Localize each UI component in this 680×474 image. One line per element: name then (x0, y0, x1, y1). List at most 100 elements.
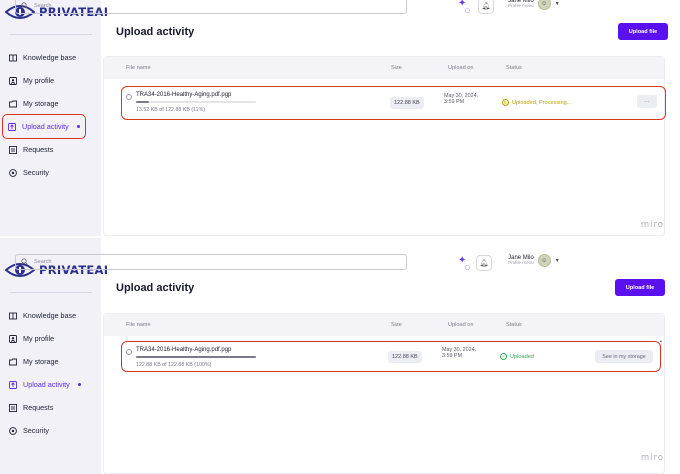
sidebar: PRIVATEAI Knowledge base My profile My s… (0, 238, 108, 474)
user-menu[interactable]: Jane Milo Profile menu ☺ ▼ (508, 254, 560, 267)
sidebar-item-label: My profile (23, 76, 55, 85)
sidebar-item-my-profile[interactable]: My profile (0, 69, 101, 92)
chevron-down-icon: ▼ (554, 0, 560, 7)
upload-progress-bar (136, 356, 256, 358)
miro-watermark: miro (640, 453, 664, 463)
book-icon (9, 54, 17, 62)
requests-icon (9, 403, 17, 412)
processing-spinner-icon: ↻ (502, 99, 509, 106)
search-icon (21, 257, 28, 267)
sidebar-item-security[interactable]: Security (0, 419, 101, 442)
column-header-size: Size (391, 65, 402, 71)
upload-icon (8, 122, 16, 131)
upload-time-line: 3:59 PM (444, 98, 465, 105)
upload-time-line: 3:59 PM (442, 352, 463, 359)
sidebar-item-my-profile[interactable]: My profile (0, 327, 101, 350)
storage-icon (9, 100, 17, 108)
upload-activity-frame-complete: PRIVATEAI Knowledge base My profile My s… (0, 238, 680, 474)
user-subtitle: Profile menu (508, 3, 534, 9)
user-menu[interactable]: Jane Milo Profile menu ☺ ▼ (508, 0, 560, 10)
table-header: File name Size Upload on Status (104, 314, 664, 336)
sidebar-item-label: Requests (23, 145, 54, 154)
search-input[interactable]: Search (15, 0, 407, 14)
status-text: Uploaded (510, 353, 534, 360)
search-placeholder: Search (34, 3, 52, 9)
table-row[interactable]: TRA34-2016-Healthy-Aging.pdf.pgp 13.52 K… (121, 86, 666, 120)
row-checkbox[interactable] (126, 349, 132, 355)
user-subtitle: Profile menu (508, 260, 534, 266)
miro-watermark: miro (640, 220, 664, 230)
column-header-status: Status (506, 322, 522, 328)
logo-divider (10, 34, 92, 35)
active-indicator-dot (76, 125, 80, 128)
sidebar-item-label: My profile (23, 334, 55, 343)
sidebar-item-label: My storage (23, 99, 59, 108)
column-header-file-name: File name (126, 65, 151, 71)
notification-bell-icon[interactable]: 🔔︎ (478, 0, 494, 14)
upload-date: May 30, 2024, 3:59 PM (442, 347, 476, 360)
upload-progress-text: 122.88 KB of 122.88 KB (100%) (136, 362, 212, 368)
requests-icon (9, 145, 17, 154)
upload-progress-fill (136, 101, 150, 103)
page-title: Upload activity (116, 26, 195, 38)
book-icon (9, 312, 17, 320)
chevron-down-icon: ▼ (554, 257, 560, 264)
column-header-upload-on: Upload on (448, 322, 474, 328)
file-size-badge: 122.88 KB (388, 351, 422, 363)
sidebar-item-label: Knowledge base (23, 53, 77, 62)
page-title: Upload activity (116, 282, 195, 294)
sidebar-item-my-storage[interactable]: My storage (0, 350, 101, 373)
security-icon (9, 168, 17, 177)
sidebar-item-security[interactable]: Security (0, 161, 101, 184)
sidebar-item-knowledge-base[interactable]: Knowledge base (0, 304, 101, 327)
sidebar-item-upload-activity[interactable]: Upload activity (2, 114, 86, 139)
small-document-icon: ▢ (465, 265, 470, 271)
table-header: File name Size Upload on Status (104, 57, 664, 79)
row-checkbox[interactable] (126, 94, 132, 100)
column-header-file-name: File name (126, 322, 151, 328)
sidebar-item-knowledge-base[interactable]: Knowledge base (0, 46, 101, 69)
sidebar-nav: Knowledge base My profile My storage Upl… (0, 304, 101, 442)
search-placeholder: Search (34, 259, 52, 265)
upload-table: File name Size Upload on Status TRA34-20… (103, 56, 666, 236)
row-more-button[interactable]: ··· (637, 95, 657, 108)
upload-activity-frame-processing: PRIVATEAI Knowledge base My profile My s… (0, 0, 680, 236)
sidebar-item-requests[interactable]: Requests (0, 396, 101, 419)
upload-file-button[interactable]: Upload file (618, 23, 668, 40)
upload-file-button[interactable]: Upload file (615, 279, 665, 296)
sidebar-nav: Knowledge base My profile My storage Upl… (0, 46, 101, 184)
upload-progress-bar (136, 101, 256, 103)
sidebar-item-label: Security (23, 168, 49, 177)
sidebar-item-requests[interactable]: Requests (0, 138, 101, 161)
sidebar: PRIVATEAI Knowledge base My profile My s… (0, 0, 108, 236)
column-header-upload-on: Upload on (448, 65, 474, 71)
search-icon (21, 1, 28, 11)
upload-date: May 30, 2024, 3:59 PM (444, 93, 478, 106)
file-name: TRA34-2016-Healthy-Aging.pdf.pgp (136, 92, 232, 98)
storage-icon (9, 358, 17, 366)
profile-icon (9, 76, 17, 85)
upload-table: File name Size Upload on Status ▲ TRA34-… (103, 313, 665, 474)
notification-bell-icon[interactable]: 🔔︎ (476, 255, 492, 271)
avatar: ☺ (537, 0, 551, 10)
upload-progress-text: 13.52 KB of 122.88 KB (11%) (136, 107, 206, 113)
status-text: Uploaded, Processing... (512, 99, 572, 106)
upload-progress-fill (136, 356, 256, 358)
active-indicator-dot (77, 383, 81, 386)
file-name: TRA34-2016-Healthy-Aging.pdf.pgp (136, 347, 232, 353)
sidebar-item-upload-activity[interactable]: Upload activity (0, 373, 101, 396)
see-in-storage-button[interactable]: See in my storage (595, 350, 653, 363)
status-indicator: ✓ Uploaded (500, 353, 534, 360)
profile-icon (9, 334, 17, 343)
upload-icon (9, 380, 17, 389)
search-input[interactable]: Search (15, 254, 407, 270)
status-indicator: ↻ Uploaded, Processing... (502, 99, 571, 106)
sidebar-item-label: Upload activity (23, 380, 70, 389)
table-row[interactable]: TRA34-2016-Healthy-Aging.pdf.pgp 122.88 … (121, 341, 661, 372)
small-document-icon: ▢ (465, 8, 470, 14)
check-circle-icon: ✓ (500, 353, 507, 360)
sidebar-item-label: Knowledge base (23, 311, 77, 320)
column-header-status: Status (506, 65, 522, 71)
sidebar-item-my-storage[interactable]: My storage (0, 92, 101, 115)
file-size-badge: 122.88 KB (390, 97, 424, 109)
